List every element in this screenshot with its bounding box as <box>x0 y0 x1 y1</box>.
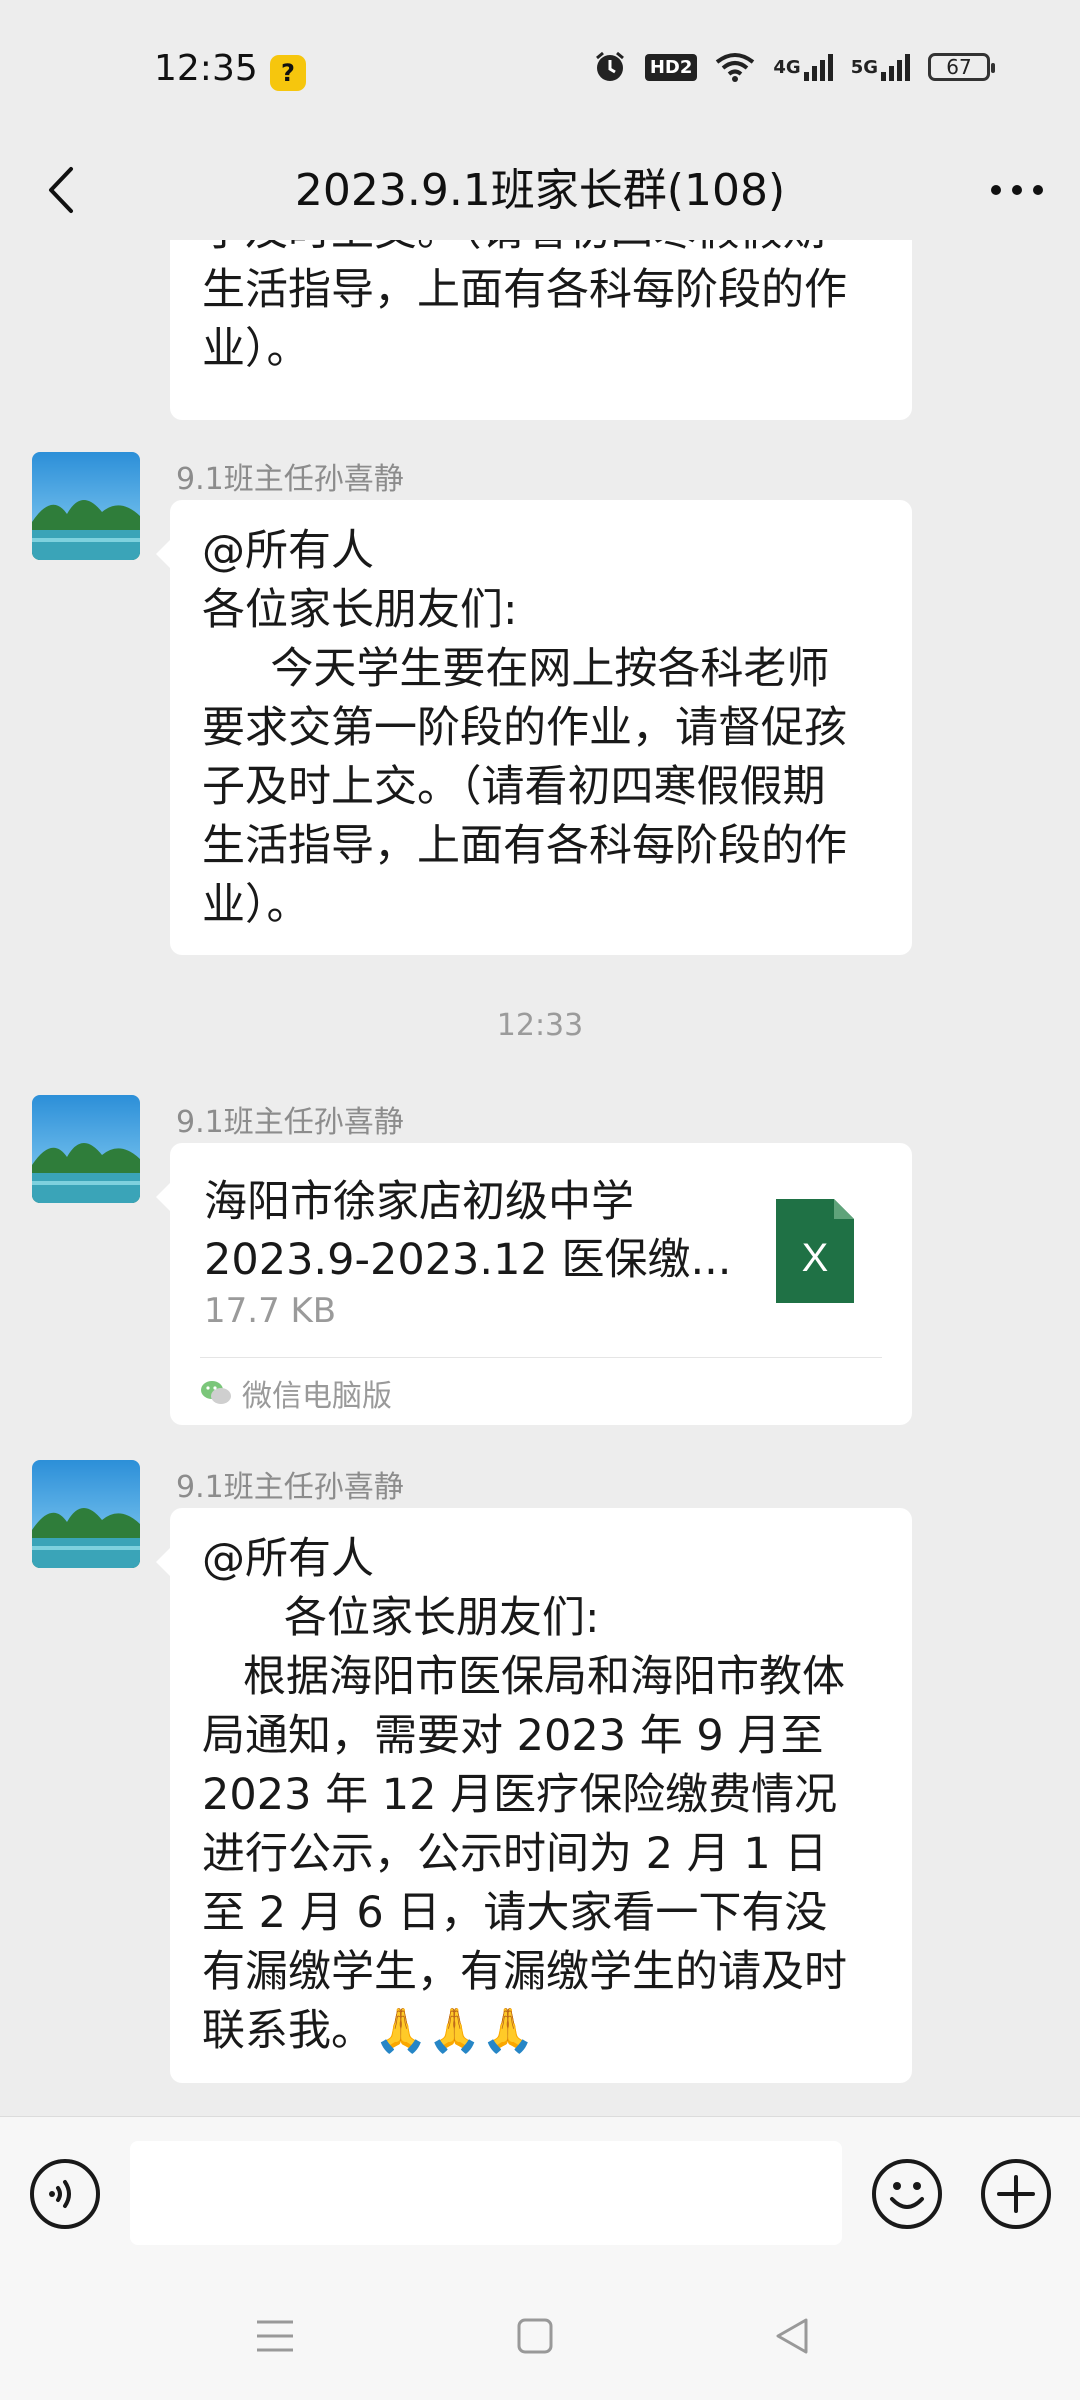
divider <box>200 1357 882 1358</box>
wechat-icon <box>201 1381 231 1404</box>
message-bubble[interactable]: @所有人 各位家长朋友们: 根据海阳市医保局和海阳市教体 局通知，需要对 202… <box>156 1508 912 2083</box>
plus-icon <box>981 2159 1051 2229</box>
sender-avatar[interactable] <box>32 1095 140 1203</box>
file-attachment-card[interactable]: 海阳市徐家店初级中学 2023.9-2023.12 医保缴... 17.7 KB… <box>156 1143 912 1425</box>
chat-message-list[interactable]: 子及时上交。（请看初四寒假假期 生活指导，上面有各科每阶段的作 业）。 9.1班… <box>0 240 1080 2116</box>
chat-title: 2023.9.1班家长群(108) <box>294 165 786 216</box>
file-size: 17.7 KB <box>204 1291 337 1331</box>
sender-name: 9.1班主任孙喜静 <box>176 1105 404 1140</box>
back-nav-button[interactable] <box>756 2306 826 2366</box>
emoji-button[interactable] <box>870 2157 944 2231</box>
status-time: 12:35 <box>154 48 258 89</box>
home-square-icon <box>517 2318 553 2354</box>
home-button[interactable] <box>500 2306 570 2366</box>
message-input[interactable] <box>130 2141 842 2245</box>
voice-input-button[interactable] <box>28 2157 102 2231</box>
sender-name: 9.1班主任孙喜静 <box>176 462 404 497</box>
more-dots-icon <box>991 185 1043 195</box>
sender-avatar[interactable] <box>32 452 140 560</box>
file-source: 微信电脑版 <box>200 1371 392 1415</box>
net-5g-label: 5G <box>850 56 878 78</box>
message-timestamp: 12:33 <box>496 1008 584 1043</box>
battery-icon: 67 <box>928 53 995 81</box>
message-bubble[interactable]: @所有人 各位家长朋友们: 今天学生要在网上按各科老师 要求交第一阶段的作业，请… <box>156 500 912 955</box>
hd-voice-icon: HD2 <box>644 53 698 81</box>
message-bubble-partial[interactable]: 子及时上交。（请看初四寒假假期 生活指导，上面有各科每阶段的作 业）。 <box>170 240 912 420</box>
recent-apps-button[interactable] <box>240 2306 310 2366</box>
more-options-button[interactable] <box>982 160 1052 220</box>
sender-name: 9.1班主任孙喜静 <box>176 1470 404 1505</box>
file-name: 海阳市徐家店初级中学 2023.9-2023.12 医保缴... <box>204 1177 732 1285</box>
file-source-label: 微信电脑版 <box>242 1379 392 1414</box>
wifi-icon <box>715 52 755 82</box>
back-triangle-icon <box>776 2318 808 2354</box>
signal-4g-icon: 4G <box>773 52 833 82</box>
status-icons: HD2 4G 5G 67 <box>593 50 995 84</box>
emoji-icon <box>872 2159 942 2229</box>
excel-file-icon: X <box>776 1199 854 1303</box>
menu-icon <box>257 2320 293 2352</box>
file-icon-letter: X <box>802 1236 829 1280</box>
status-bar: 12:35 ? HD2 4G 5G 67 <box>0 0 1080 140</box>
app-notification-icon: ? <box>270 55 306 91</box>
sender-avatar[interactable] <box>32 1460 140 1568</box>
voice-icon <box>30 2159 100 2229</box>
net-4g-label: 4G <box>773 56 801 78</box>
alarm-icon <box>593 50 627 84</box>
more-functions-button[interactable] <box>979 2157 1053 2231</box>
system-nav-bar <box>0 2276 1080 2400</box>
signal-5g-icon: 5G <box>851 52 910 82</box>
message-input-bar <box>0 2116 1080 2277</box>
chat-header: 2023.9.1班家长群(108) <box>0 140 1080 240</box>
